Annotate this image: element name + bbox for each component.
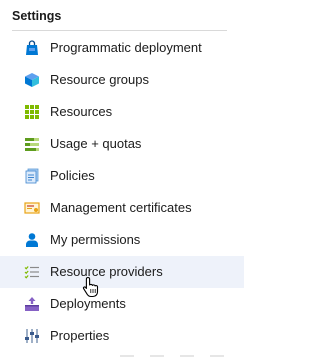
- section-divider: [12, 30, 227, 31]
- hand-pointer-cursor-icon: [82, 276, 100, 298]
- nav-item-management-certificates[interactable]: Management certificates: [0, 192, 244, 224]
- section-title: Settings: [12, 9, 62, 23]
- nav-item-label: Deployments: [50, 296, 126, 311]
- settings-panel: Settings Programmatic deployment Resourc…: [0, 0, 247, 360]
- nav-item-label: Resource groups: [50, 72, 149, 87]
- user-icon: [24, 232, 40, 248]
- shopping-bag-icon: [24, 40, 40, 56]
- nav-item-label: Resource providers: [50, 264, 163, 279]
- nav-item-usage-quotas[interactable]: Usage + quotas: [0, 128, 244, 160]
- nav-item-policies[interactable]: Policies: [0, 160, 244, 192]
- cube-icon: [24, 72, 40, 88]
- policy-document-icon: [24, 168, 40, 184]
- nav-item-label: Resources: [50, 104, 113, 119]
- nav-item-label: Programmatic deployment: [50, 40, 202, 55]
- nav-item-resource-groups[interactable]: Resource groups: [0, 64, 244, 96]
- bottom-divider: [120, 355, 230, 357]
- checklist-icon: [24, 264, 40, 280]
- certificate-icon: [24, 200, 40, 216]
- nav-item-resources[interactable]: Resources: [0, 96, 244, 128]
- nav-item-my-permissions[interactable]: My permissions: [0, 224, 244, 256]
- nav-item-deployments[interactable]: Deployments: [0, 288, 244, 320]
- nav-item-label: Management certificates: [50, 200, 192, 215]
- nav-item-programmatic-deployment[interactable]: Programmatic deployment: [0, 32, 244, 64]
- nav-item-label: Properties: [50, 328, 110, 343]
- nav-item-label: My permissions: [50, 232, 141, 247]
- nav-item-properties[interactable]: Properties: [0, 320, 244, 352]
- nav-item-label: Policies: [50, 168, 95, 183]
- grid-icon: [24, 104, 40, 120]
- nav-item-resource-providers[interactable]: Resource providers: [0, 256, 244, 288]
- nav-item-label: Usage + quotas: [50, 136, 142, 151]
- usage-bars-icon: [24, 136, 40, 152]
- properties-sliders-icon: [24, 328, 40, 344]
- deployment-upload-icon: [24, 296, 40, 312]
